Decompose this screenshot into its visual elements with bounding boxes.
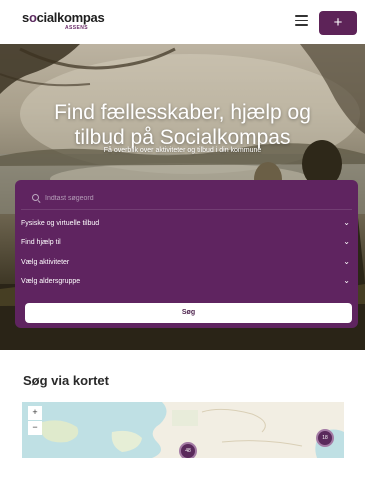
dropdown-label: Vælg aldersgruppe xyxy=(21,278,81,285)
dropdown-find-help[interactable]: Find hjælp til ⌄ xyxy=(21,235,352,253)
dropdown-physical-virtual[interactable]: Fysiske og virtuelle tilbud ⌄ xyxy=(21,216,352,234)
search-panel: Fysiske og virtuelle tilbud ⌄ Find hjælp… xyxy=(15,180,358,328)
search-row xyxy=(21,186,352,210)
search-input[interactable] xyxy=(45,190,345,206)
dropdown-label: Vælg aktiviteter xyxy=(21,259,70,266)
chevron-down-icon: ⌄ xyxy=(343,218,350,227)
chevron-down-icon: ⌄ xyxy=(343,276,350,285)
logo-text-pre: s xyxy=(22,10,29,25)
chevron-down-icon: ⌄ xyxy=(343,257,350,266)
map[interactable]: + − 48 18 xyxy=(22,402,344,458)
hero-subtitle: Få overblik over aktiviteter og tilbud i… xyxy=(103,147,262,154)
dropdown-label: Find hjælp til xyxy=(21,239,61,246)
hero-title: Find fællesskaber, hjælp og tilbud på So… xyxy=(54,101,311,149)
map-cluster-marker[interactable]: 18 xyxy=(316,429,334,447)
add-button[interactable]: + xyxy=(319,11,357,35)
chevron-down-icon: ⌄ xyxy=(343,237,350,246)
map-cluster-marker[interactable]: 48 xyxy=(179,442,197,458)
dropdown-label: Fysiske og virtuelle tilbud xyxy=(21,220,100,227)
logo-text-post: cialkompas xyxy=(36,10,105,25)
search-icon xyxy=(32,194,39,201)
logo-text-o: o xyxy=(28,10,37,25)
map-section-title: Søg via kortet xyxy=(23,373,109,388)
logo-municipality: ASSENS xyxy=(65,25,88,31)
zoom-out-button[interactable]: − xyxy=(28,421,42,435)
site-header: socialkompas ASSENS + xyxy=(0,0,365,44)
socialkompas-logo[interactable]: socialkompas ASSENS xyxy=(22,10,105,32)
dropdown-activities[interactable]: Vælg aktiviteter ⌄ xyxy=(21,255,352,273)
dropdown-age-group[interactable]: Vælg aldersgruppe ⌄ xyxy=(21,274,352,292)
zoom-in-button[interactable]: + xyxy=(28,406,42,420)
search-button[interactable]: Søg xyxy=(25,303,352,323)
hamburger-menu-icon[interactable] xyxy=(295,15,308,26)
